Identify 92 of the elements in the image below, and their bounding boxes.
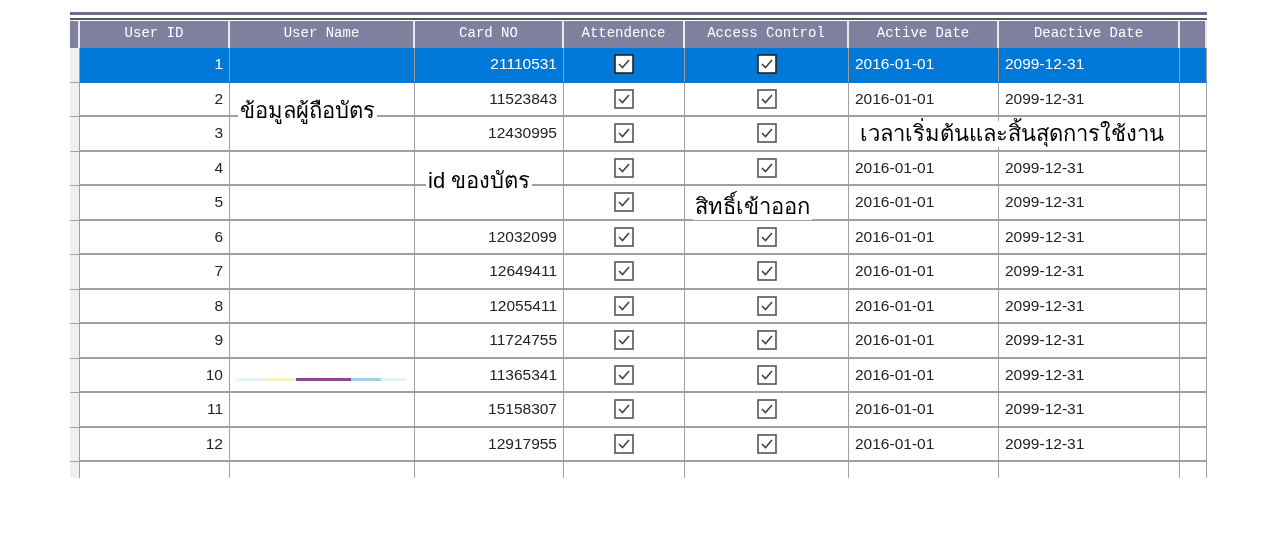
- table-cell: [1180, 255, 1207, 290]
- checkbox[interactable]: [756, 330, 777, 351]
- table-cell: 2016-01-01: [849, 220, 999, 255]
- table-cell: 2099-12-31: [999, 48, 1180, 83]
- table-cell: 2016-01-01: [849, 427, 999, 462]
- table-cell: [1180, 117, 1207, 152]
- table-cell: 2016-01-01: [849, 151, 999, 186]
- checkbox[interactable]: [614, 226, 634, 247]
- table-cell: 2099-12-31: [999, 427, 1180, 462]
- table-cell: 2016-01-01: [849, 82, 999, 117]
- row-header-cell[interactable]: [70, 186, 80, 221]
- table-cell: [1180, 82, 1207, 117]
- table-cell: 2016-01-01: [849, 289, 999, 324]
- table-cell: 2099-12-31: [999, 151, 1180, 186]
- checkbox[interactable]: [614, 261, 634, 282]
- table-cell: [1180, 358, 1207, 393]
- table-cell: 12: [80, 427, 230, 462]
- table-cell: 2099-12-31: [999, 324, 1180, 359]
- table-cell: 2016-01-01: [849, 186, 999, 221]
- row-header-cell[interactable]: [70, 427, 80, 462]
- table-cell: 21110531: [415, 48, 564, 83]
- table-cell: 2016-01-01: [849, 393, 999, 428]
- table-cell: 2016-01-01: [849, 48, 999, 83]
- table-cell: 15158307: [415, 393, 564, 428]
- checkbox[interactable]: [614, 433, 634, 454]
- checkbox[interactable]: [756, 157, 777, 178]
- row-header-cell[interactable]: [70, 151, 80, 186]
- table-cell: 12649411: [415, 255, 564, 290]
- checkbox[interactable]: [614, 295, 634, 316]
- row-header-cell[interactable]: [70, 324, 80, 359]
- table-cell: [1180, 324, 1207, 359]
- checkbox[interactable]: [614, 157, 634, 178]
- table-cell: 3: [80, 117, 230, 152]
- table-cell: 2016-01-01: [849, 324, 999, 359]
- table-cell: 2099-12-31: [999, 358, 1180, 393]
- table-cell: 2099-12-31: [999, 186, 1180, 221]
- table-cell: 2099-12-31: [999, 393, 1180, 428]
- table-cell: [1180, 289, 1207, 324]
- table-cell: [1180, 220, 1207, 255]
- checkbox[interactable]: [756, 123, 777, 144]
- checkbox[interactable]: [614, 192, 634, 213]
- checkbox[interactable]: [756, 54, 777, 75]
- table-cell: 11365341: [415, 358, 564, 393]
- table-cell: 6: [80, 220, 230, 255]
- checkbox[interactable]: [756, 261, 777, 282]
- table-cell: 2016-01-01: [849, 358, 999, 393]
- table-cell: 10: [80, 358, 230, 393]
- row-header-cell[interactable]: [70, 82, 80, 117]
- checkbox[interactable]: [756, 433, 777, 454]
- table-cell: 11: [80, 393, 230, 428]
- table-cell: [1180, 48, 1207, 83]
- table-cell: 5: [80, 186, 230, 221]
- checkbox[interactable]: [756, 88, 777, 109]
- table-cell: 4: [80, 151, 230, 186]
- table-cell: 2: [80, 82, 230, 117]
- table-cell: 2099-12-31: [999, 220, 1180, 255]
- table-cell: 12032099: [415, 220, 564, 255]
- checkbox[interactable]: [756, 295, 777, 316]
- row-header-cell[interactable]: [70, 117, 80, 152]
- table-cell: 8: [80, 289, 230, 324]
- checkbox[interactable]: [756, 399, 777, 420]
- table-cell: 9: [80, 324, 230, 359]
- checkbox[interactable]: [756, 226, 777, 247]
- table-cell: 2099-12-31: [999, 82, 1180, 117]
- table-cell: 12917955: [415, 427, 564, 462]
- table-cell: [1180, 186, 1207, 221]
- row-header-cell[interactable]: [70, 48, 80, 83]
- checkbox[interactable]: [614, 123, 634, 144]
- checkbox[interactable]: [756, 364, 777, 385]
- annotation-label: ข้อมูลผู้ถือบัตร: [238, 98, 377, 124]
- table-cell: [1180, 393, 1207, 428]
- row-header-cell[interactable]: [70, 358, 80, 393]
- table-cell: 7: [80, 255, 230, 290]
- table-cell: 12430995: [415, 117, 564, 152]
- table-cell: 11523843: [415, 82, 564, 117]
- checkbox[interactable]: [614, 88, 634, 109]
- table-cell: 2099-12-31: [999, 255, 1180, 290]
- checkbox[interactable]: [614, 364, 634, 385]
- row-header-cell[interactable]: [70, 255, 80, 290]
- table-cell: 1: [80, 48, 230, 83]
- checkbox[interactable]: [614, 330, 634, 351]
- table-cell: [1180, 427, 1207, 462]
- row-header-cell[interactable]: [70, 220, 80, 255]
- table-cell: 12055411: [415, 289, 564, 324]
- checkbox[interactable]: [614, 54, 634, 75]
- row-header-cell[interactable]: [70, 393, 80, 428]
- row-header-cell[interactable]: [70, 289, 80, 324]
- checkbox[interactable]: [614, 399, 634, 420]
- table-cell: [1180, 151, 1207, 186]
- table-cell: 11724755: [415, 324, 564, 359]
- table-cell: 2016-01-01: [849, 255, 999, 290]
- table-cell: 2099-12-31: [999, 289, 1180, 324]
